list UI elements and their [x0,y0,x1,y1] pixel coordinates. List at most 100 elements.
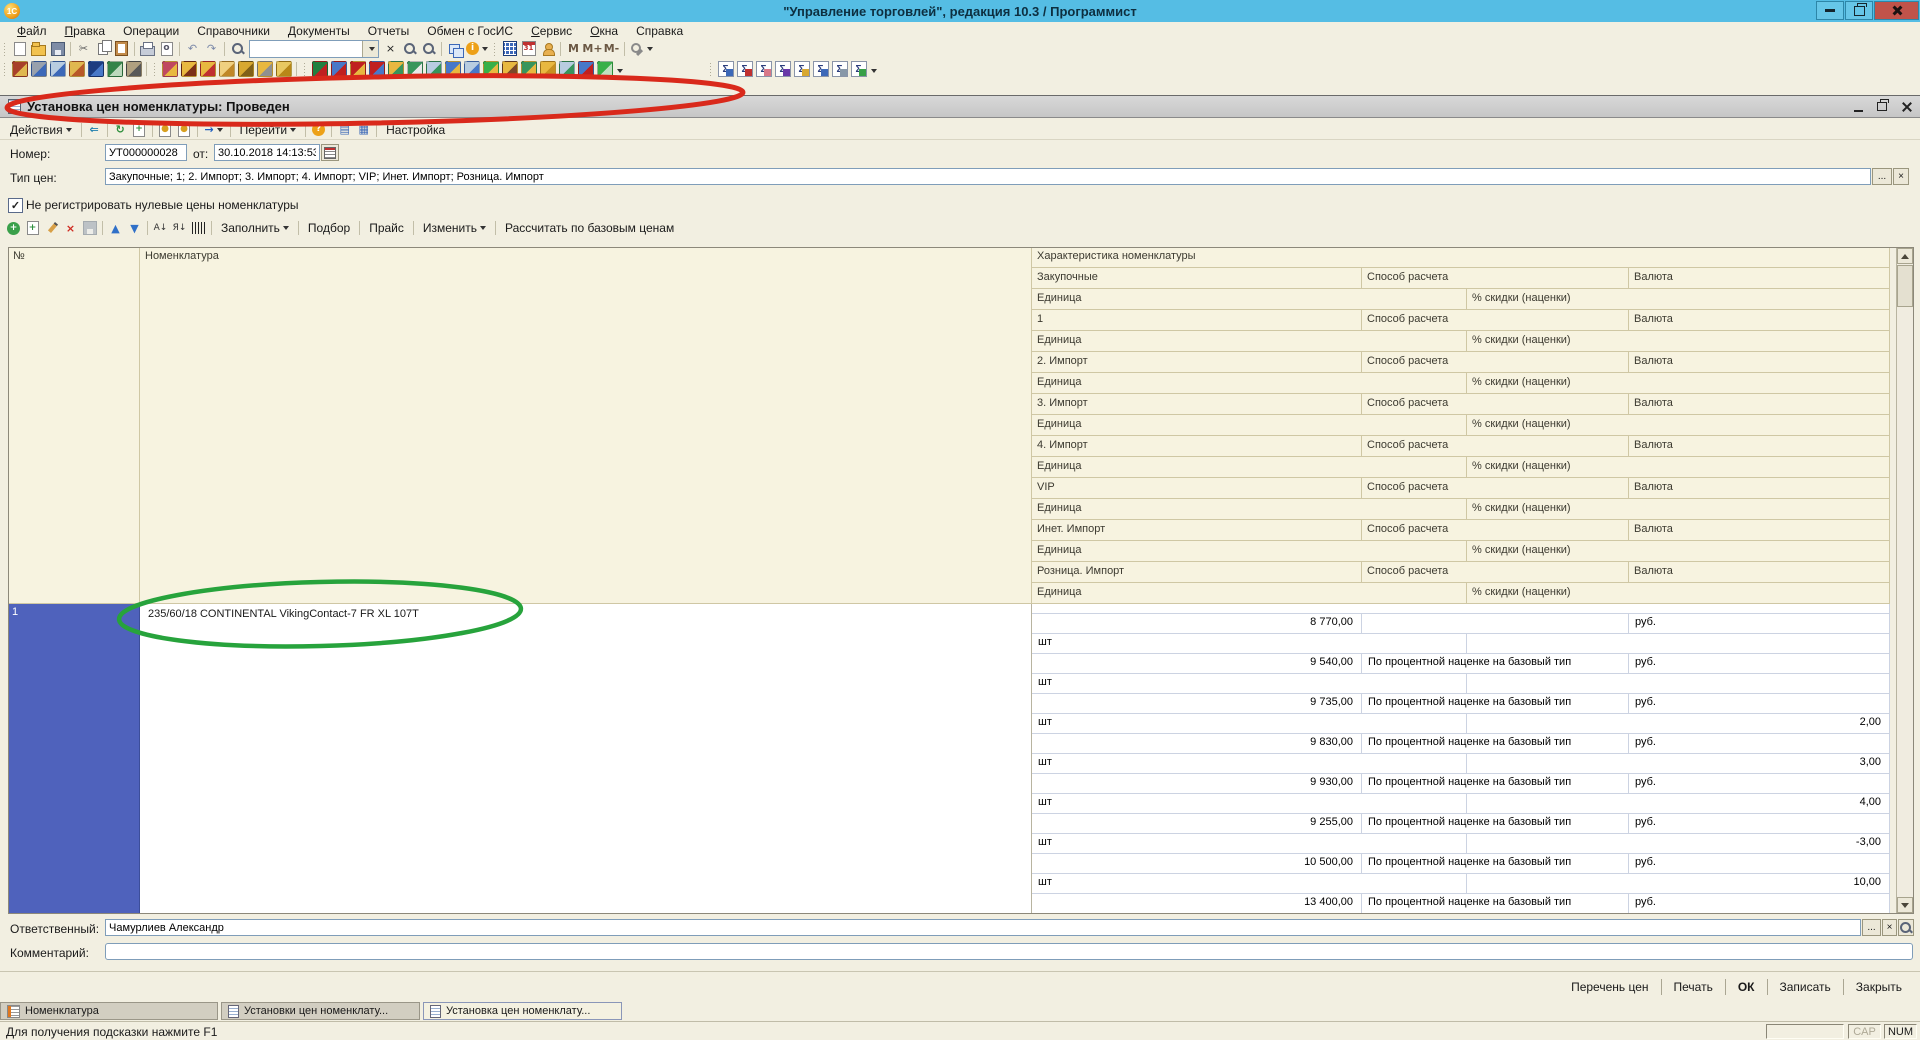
menu-item-3[interactable]: Справочники [188,24,279,38]
doc-prices-icon[interactable]: ● [178,123,190,137]
report-blue-icon[interactable]: Σ [813,61,829,77]
window-copy-icon[interactable] [449,44,460,54]
move-up-icon[interactable]: ▲ [111,223,119,234]
end-edit-icon[interactable] [83,221,97,235]
refresh-icon[interactable]: ↻ [115,124,124,135]
price-cell[interactable]: 13 400,00 [1032,894,1362,914]
currency-cell[interactable]: руб. [1629,814,1890,834]
pick-button[interactable]: Подбор [302,220,356,236]
toolbar-handle[interactable] [3,42,7,56]
report-book-icon[interactable] [12,61,28,77]
unit-cell[interactable]: шт [1032,634,1467,654]
price-cell[interactable]: 9 930,00 [1032,774,1362,794]
date-field[interactable] [214,144,320,161]
currency-cell[interactable]: руб. [1629,894,1890,914]
expense-coins-icon[interactable] [257,61,273,77]
taskbar-tab-0[interactable]: Номенклатура [0,1002,218,1020]
close-form-button[interactable]: Закрыть [1846,980,1912,994]
write-button[interactable]: Записать [1770,980,1841,994]
unit-cell[interactable]: шт [1032,674,1467,694]
discount-cell[interactable]: 10,00 [1467,874,1890,894]
print-button[interactable]: Печать [1664,980,1723,994]
copy-doc-icon[interactable] [50,61,66,77]
currency-cell[interactable]: руб. [1629,774,1890,794]
fill-button[interactable]: Заполнить [215,220,295,236]
service-settings-icon[interactable] [630,42,644,56]
bank-icon[interactable] [238,61,254,77]
sort-asc-icon[interactable]: А↓ [154,224,168,233]
copy-new-icon[interactable]: + [133,123,145,137]
price-type-field[interactable] [105,168,1871,185]
doc-exchange-icon[interactable] [464,61,480,77]
close-button[interactable] [1874,1,1919,20]
number-field[interactable] [105,144,187,161]
search-combobox[interactable] [249,40,379,58]
info-icon[interactable]: i [466,42,479,55]
responsible-select-button[interactable]: ... [1862,919,1881,936]
price-type-select-button[interactable]: ... [1872,168,1892,185]
no-zero-prices-checkbox[interactable]: ✓ [8,198,23,213]
price-cell[interactable]: 9 735,00 [1032,694,1362,714]
find-prev-icon[interactable] [422,42,436,56]
report-lines-icon[interactable]: Σ [832,61,848,77]
scrollbar-thumb[interactable] [1897,265,1913,307]
move-down-icon[interactable]: ▼ [130,223,138,234]
menu-item-8[interactable]: Окна [581,24,627,38]
doc-close-button[interactable] [1898,99,1914,114]
menu-item-1[interactable]: Правка [56,24,115,38]
method-cell[interactable]: По процентной наценке на базовый тип [1362,654,1629,674]
nomenclature-cell[interactable]: 235/60/18 CONTINENTAL VikingContact-7 FR… [140,604,1032,914]
paste-icon[interactable] [115,41,128,56]
comment-field[interactable] [105,943,1913,960]
income-coins-icon[interactable] [276,61,292,77]
ok-button[interactable]: ОК [1728,980,1765,994]
method-cell[interactable] [1362,614,1629,634]
doc-in-icon[interactable] [426,61,442,77]
discount-cell[interactable] [1467,674,1890,694]
save-icon[interactable] [51,42,65,56]
plan-flag-icon[interactable] [312,61,328,77]
doc-minimize-button[interactable] [1850,99,1866,114]
sort-desc-icon[interactable]: Я↓ [173,224,187,233]
price-cell[interactable]: 9 255,00 [1032,814,1362,834]
currency-cell[interactable]: руб. [1629,854,1890,874]
taskbar-tab-2[interactable]: Установка цен номенклату... [423,1002,622,1020]
counterparties-icon[interactable] [88,61,104,77]
discount-cell[interactable]: -3,00 [1467,834,1890,854]
price-cell[interactable]: 8 770,00 [1032,614,1362,634]
restore-button[interactable] [1845,1,1873,20]
coins-stack-icon[interactable] [540,61,556,77]
discount-cell[interactable]: 4,00 [1467,794,1890,814]
grid-scrollbar[interactable] [1896,247,1914,914]
doc-add-icon[interactable] [483,61,499,77]
doc-prices-add-icon[interactable]: ● [159,123,171,137]
method-cell[interactable]: По процентной наценке на базовый тип [1362,694,1629,714]
find-next-icon[interactable] [403,42,417,56]
menu-item-7[interactable]: Сервис [522,24,581,38]
doc-person-icon[interactable] [407,61,423,77]
menu-item-0[interactable]: Файл [8,24,56,38]
minimize-button[interactable] [1816,1,1844,20]
memory-minus-icon[interactable]: M- [604,43,620,54]
sale-cart-icon[interactable] [200,61,216,77]
find-icon[interactable] [231,42,245,56]
toolbar-handle[interactable] [493,42,497,56]
discount-cell[interactable]: 2,00 [1467,714,1890,734]
order-flag-coins-icon[interactable] [350,61,366,77]
print-icon[interactable] [140,46,155,56]
combo-dropdown-button[interactable] [362,41,378,57]
unit-cell[interactable]: шт [1032,714,1467,734]
doc-archive-icon[interactable] [502,61,518,77]
scroll-up-button[interactable] [1897,248,1913,264]
edit-row-icon[interactable] [45,221,59,235]
calendar-icon[interactable]: 31 [522,41,536,56]
price-button[interactable]: Прайс [363,220,410,236]
unit-cell[interactable]: шт [1032,834,1467,854]
customer-coins-icon[interactable] [162,61,178,77]
responsible-open-button[interactable] [1898,919,1914,936]
cash-register-icon[interactable] [107,61,123,77]
payment-person-icon[interactable] [219,61,235,77]
menu-item-9[interactable]: Справка [627,24,692,38]
doc-money-icon[interactable] [445,61,461,77]
doc-approve-icon[interactable] [521,61,537,77]
